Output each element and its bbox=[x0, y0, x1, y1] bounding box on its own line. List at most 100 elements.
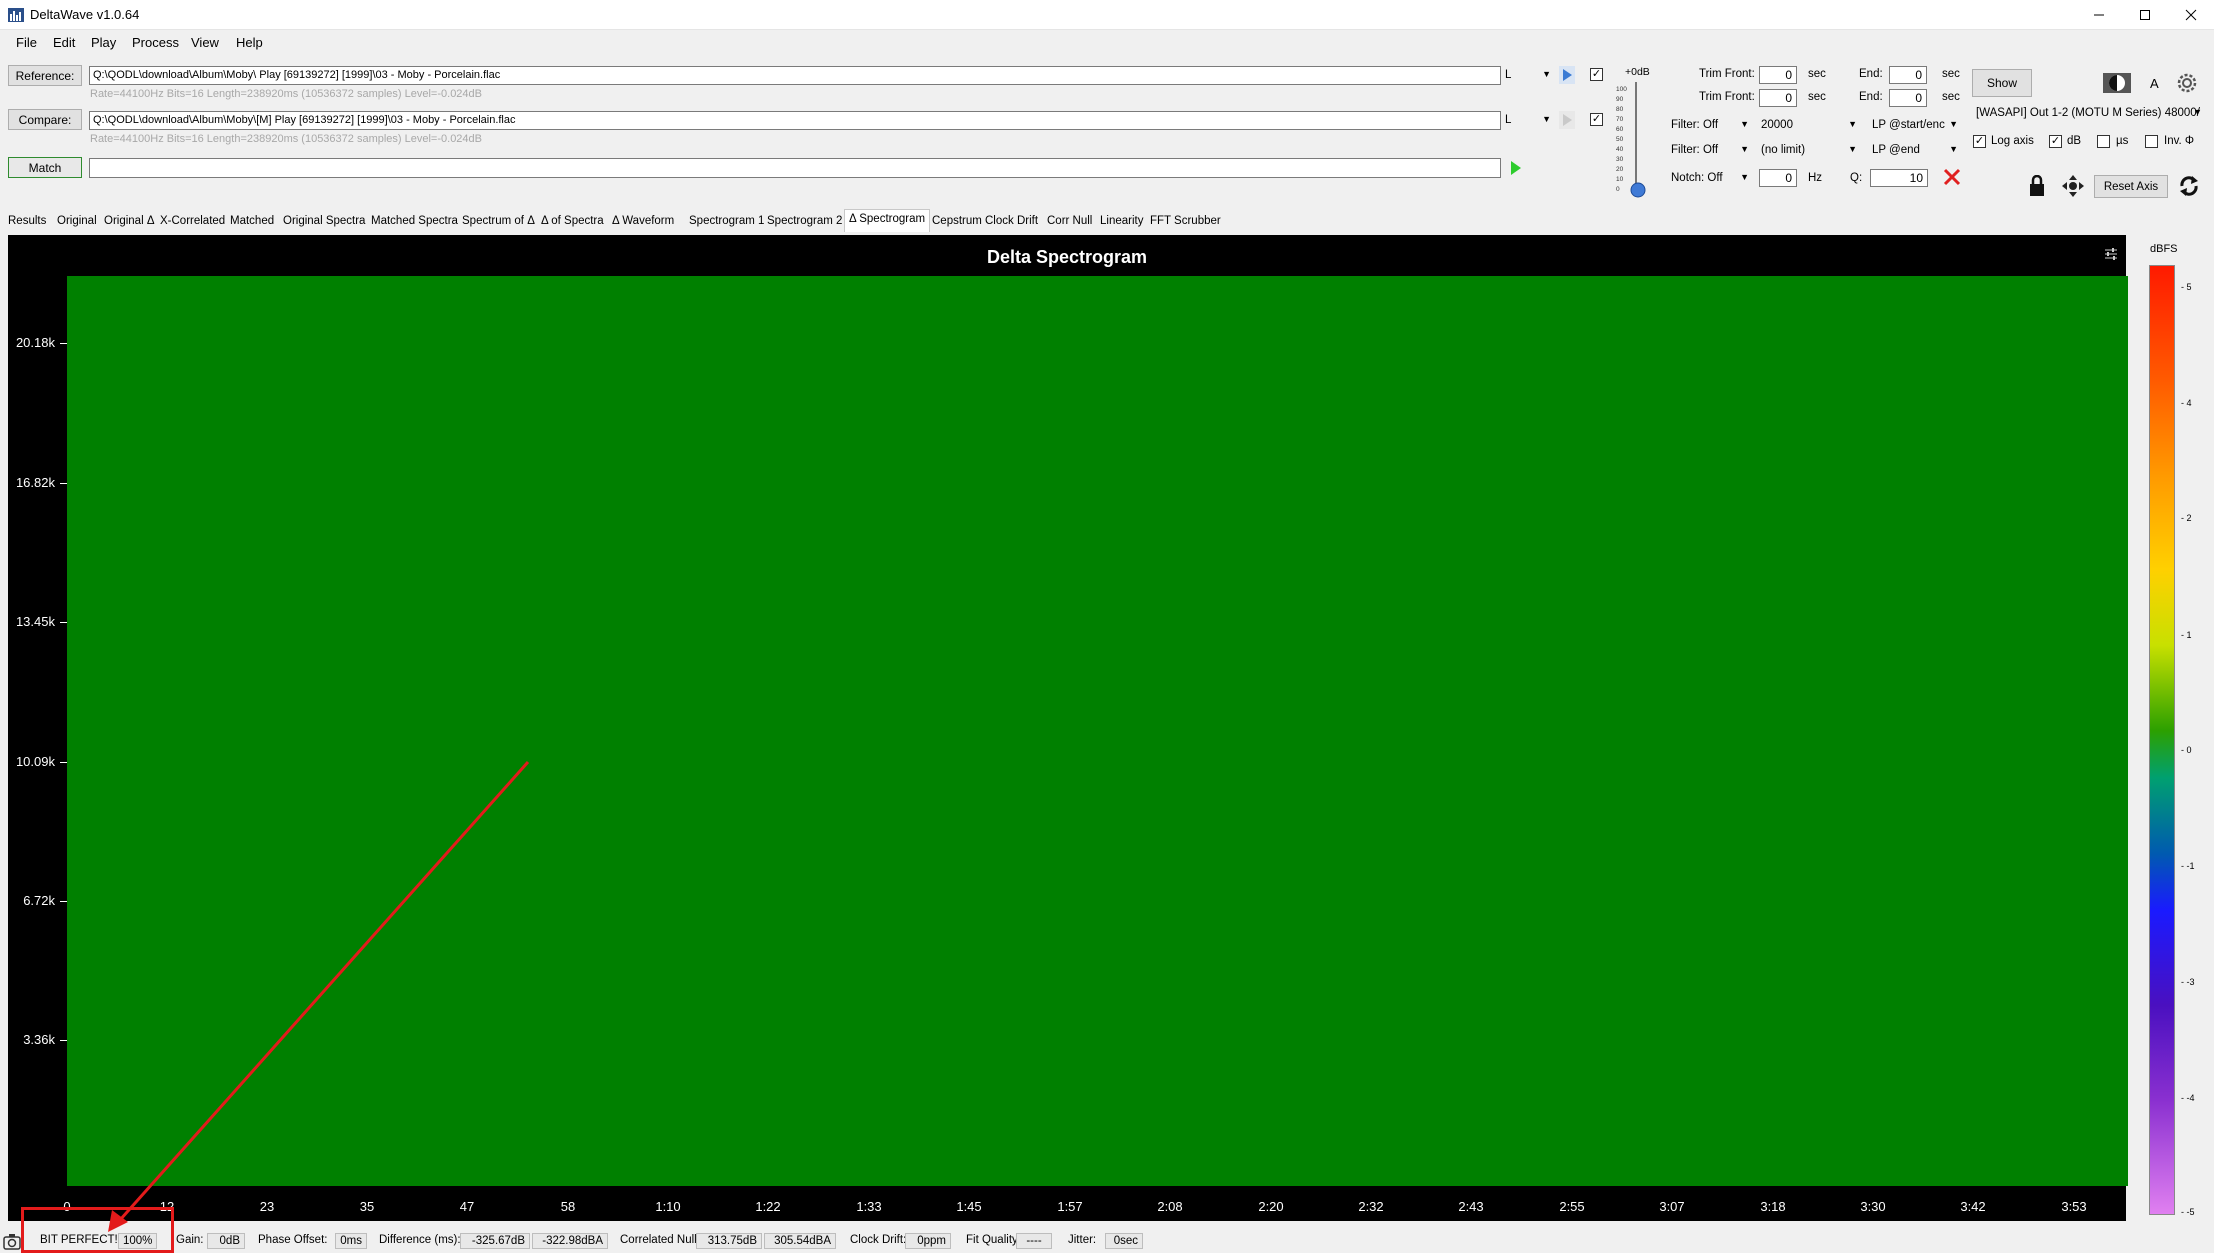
clear-filters-icon[interactable] bbox=[1943, 168, 1961, 186]
y-tick-mark bbox=[60, 1040, 67, 1041]
plot-settings-icon[interactable] bbox=[2104, 247, 2118, 261]
filter-1-freq-select[interactable]: 20000 ▼ bbox=[1761, 119, 1857, 131]
q-input[interactable]: 10 bbox=[1870, 169, 1928, 187]
filter-2-value: Filter: Off bbox=[1671, 144, 1719, 156]
trim-front-input-2[interactable]: 0 bbox=[1759, 89, 1797, 107]
compare-info: Rate=44100Hz Bits=16 Length=238920ms (10… bbox=[90, 133, 482, 145]
filter-2-freq-select[interactable]: (no limit) ▼ bbox=[1761, 144, 1857, 156]
menu-help[interactable]: Help bbox=[236, 35, 263, 50]
reference-channel-select[interactable]: L ▼ bbox=[1505, 69, 1551, 81]
reference-button[interactable]: Reference: bbox=[8, 65, 82, 86]
y-tick-label: 20.18k bbox=[15, 335, 55, 350]
compare-path-field[interactable]: Q:\QODL\download\Album\Moby\[M] Play [69… bbox=[89, 111, 1501, 130]
phase-offset-value: 0ms bbox=[335, 1233, 367, 1249]
match-progress-field bbox=[89, 158, 1501, 178]
close-icon bbox=[2185, 9, 2197, 21]
tab-0[interactable]: Results bbox=[4, 212, 50, 232]
chevron-down-icon: ▼ bbox=[1848, 119, 1857, 129]
tab-15[interactable]: Corr Null bbox=[1043, 212, 1096, 232]
invert-phase-label: Inv. Φ bbox=[2164, 135, 2195, 147]
trim-end-input-2[interactable]: 0 bbox=[1889, 89, 1927, 107]
x-tick-label: 2:43 bbox=[1458, 1199, 1484, 1214]
tab-14[interactable]: Clock Drift bbox=[981, 212, 1042, 232]
camera-icon[interactable] bbox=[3, 1233, 21, 1250]
menu-process[interactable]: Process bbox=[132, 35, 179, 50]
contrast-icon[interactable] bbox=[2103, 73, 2131, 93]
trim-front-label-2: Trim Front: bbox=[1699, 91, 1755, 103]
spectrogram-area[interactable] bbox=[67, 276, 2128, 1186]
lp-start-select[interactable]: LP @start/enc ▼ bbox=[1872, 119, 1958, 131]
y-tick-mark bbox=[60, 622, 67, 623]
invert-phase-checkbox[interactable] bbox=[2145, 135, 2158, 148]
menu-edit[interactable]: Edit bbox=[53, 35, 75, 50]
tab-17[interactable]: FFT Scrubber bbox=[1146, 212, 1225, 232]
maximize-button[interactable] bbox=[2122, 0, 2168, 30]
compare-enable-checkbox[interactable]: ✓ bbox=[1590, 113, 1603, 126]
pan-icon[interactable] bbox=[2061, 174, 2085, 198]
reference-path-field[interactable]: Q:\QODL\download\Album\Moby\ Play [69139… bbox=[89, 66, 1501, 85]
colorbar-tick-value: 1 bbox=[2186, 630, 2192, 640]
tab-4[interactable]: Matched bbox=[226, 212, 278, 232]
y-tick-label: 10.09k bbox=[15, 754, 55, 769]
tab-7[interactable]: Spectrum of Δ bbox=[458, 212, 539, 232]
us-checkbox[interactable] bbox=[2097, 135, 2110, 148]
correlated-null-dba: 305.54dBA bbox=[764, 1233, 836, 1249]
level-slider-thumb[interactable] bbox=[1629, 181, 1647, 199]
trim-end-label-1: End: bbox=[1859, 68, 1883, 80]
minimize-button[interactable] bbox=[2076, 0, 2122, 30]
gear-icon[interactable] bbox=[2175, 71, 2199, 95]
menu-play[interactable]: Play bbox=[91, 35, 116, 50]
match-button[interactable]: Match bbox=[8, 157, 82, 178]
y-tick-label: 13.45k bbox=[15, 614, 55, 629]
tab-6[interactable]: Matched Spectra bbox=[367, 212, 462, 232]
tab-11[interactable]: Spectrogram 2 bbox=[763, 212, 846, 232]
refresh-icon[interactable] bbox=[2178, 175, 2200, 197]
delta-spectrogram-plot[interactable]: Delta Spectrogram 20.18k 16.82k 13.45k 10.0… bbox=[8, 235, 2128, 1221]
tab-12[interactable]: Δ Spectrogram bbox=[844, 209, 931, 232]
show-button[interactable]: Show bbox=[1972, 69, 2032, 97]
tab-3[interactable]: X-Correlated bbox=[156, 212, 229, 232]
compare-channel-select[interactable]: L ▼ bbox=[1505, 114, 1551, 126]
us-label: µs bbox=[2116, 135, 2129, 147]
menu-view[interactable]: View bbox=[191, 35, 219, 50]
menu-file[interactable]: File bbox=[16, 35, 37, 50]
tab-5[interactable]: Original Spectra bbox=[279, 212, 369, 232]
tab-1[interactable]: Original bbox=[53, 212, 101, 232]
output-device-select[interactable]: [WASAPI] Out 1-2 (MOTU M Series) 48000/▼ bbox=[1976, 107, 2202, 119]
compare-button[interactable]: Compare: bbox=[8, 109, 82, 130]
chevron-down-icon: ▼ bbox=[1949, 144, 1958, 154]
tab-9[interactable]: Δ Waveform bbox=[608, 212, 678, 232]
filter-1-select[interactable]: Filter: Off ▼ bbox=[1671, 119, 1749, 131]
colorbar-tick: - -1 bbox=[2181, 861, 2195, 871]
minimize-icon bbox=[2094, 14, 2104, 16]
a-weighting-label[interactable]: A bbox=[2150, 76, 2159, 91]
trim-front-input-1[interactable]: 0 bbox=[1759, 66, 1797, 84]
trim-end-input-1[interactable]: 0 bbox=[1889, 66, 1927, 84]
filter-2-select[interactable]: Filter: Off ▼ bbox=[1671, 144, 1749, 156]
tab-2[interactable]: Original Δ bbox=[100, 212, 159, 232]
level-tick: 30 bbox=[1616, 156, 1624, 163]
window-title: DeltaWave v1.0.64 bbox=[30, 7, 140, 22]
run-match-icon[interactable] bbox=[1508, 159, 1522, 177]
reference-enable-checkbox[interactable]: ✓ bbox=[1590, 68, 1603, 81]
play-compare-icon[interactable] bbox=[1559, 111, 1575, 129]
lock-icon[interactable] bbox=[2028, 175, 2046, 197]
filter-2-freq-value: (no limit) bbox=[1761, 144, 1806, 156]
tab-16[interactable]: Linearity bbox=[1096, 212, 1147, 232]
play-reference-icon[interactable] bbox=[1559, 66, 1575, 84]
lp-end-select[interactable]: LP @end ▼ bbox=[1872, 144, 1958, 156]
tab-8[interactable]: Δ of Spectra bbox=[537, 212, 608, 232]
tab-10[interactable]: Spectrogram 1 bbox=[685, 212, 768, 232]
db-checkbox[interactable]: ✓ bbox=[2049, 135, 2062, 148]
x-tick-label: 1:57 bbox=[1057, 1199, 1083, 1214]
close-button[interactable] bbox=[2168, 0, 2214, 30]
tab-13[interactable]: Cepstrum bbox=[928, 212, 986, 232]
jitter-label: Jitter: bbox=[1068, 1234, 1097, 1246]
x-tick-label: 3:07 bbox=[1659, 1199, 1685, 1214]
menu-bar: File Edit Play Process View Help bbox=[0, 31, 2214, 55]
y-tick-label: 16.82k bbox=[15, 475, 55, 490]
log-axis-checkbox[interactable]: ✓ bbox=[1973, 135, 1986, 148]
notch-select[interactable]: Notch: Off ▼ bbox=[1671, 172, 1749, 184]
notch-freq-input[interactable]: 0 bbox=[1759, 169, 1797, 187]
reset-axis-button[interactable]: Reset Axis bbox=[2094, 175, 2168, 198]
